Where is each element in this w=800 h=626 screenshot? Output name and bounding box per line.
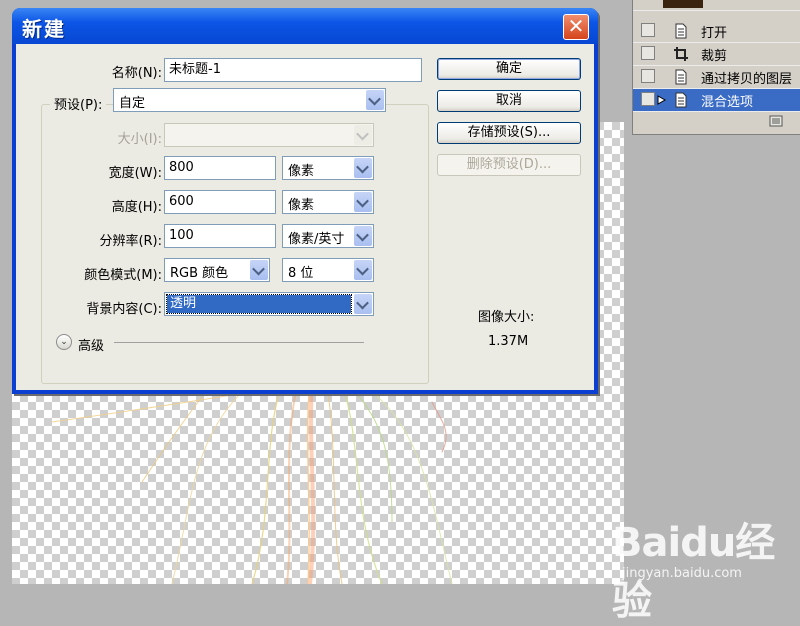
dialog-body: 名称(N): 未标题-1 预设(P): 自定 大小(I): 宽度(W): 800… [16, 44, 594, 390]
height-unit-select[interactable]: 像素 [282, 190, 374, 214]
width-unit-value: 像素 [288, 164, 315, 179]
history-row-crop[interactable]: 裁剪 [633, 43, 800, 66]
history-item-label: 打开 [701, 26, 728, 41]
image-size-label: 图像大小: [478, 310, 535, 325]
height-label: 高度(H): [111, 200, 162, 215]
history-checkbox[interactable] [641, 46, 655, 60]
name-input[interactable]: 未标题-1 [164, 58, 422, 82]
history-checkbox[interactable] [641, 69, 655, 83]
color-mode-label: 颜色模式(M): [84, 268, 162, 283]
double-chevron-down-icon: ⌄ [60, 337, 68, 347]
preset-select[interactable]: 自定 [113, 88, 386, 112]
history-row-layer-via-copy[interactable]: 通过拷贝的图层 [633, 66, 800, 89]
chevron-down-icon [250, 260, 268, 280]
image-size-value: 1.37M [488, 334, 529, 349]
size-select [164, 123, 374, 147]
preset-label: 预设(P): [50, 94, 107, 113]
chevron-down-icon [354, 260, 372, 280]
width-unit-select[interactable]: 像素 [282, 156, 374, 180]
height-unit-value: 像素 [288, 198, 315, 213]
size-label: 大小(I): [117, 132, 162, 147]
chevron-down-icon [354, 294, 372, 314]
history-row-blending-options[interactable]: 混合选项 [633, 89, 800, 112]
save-preset-button[interactable]: 存储预设(S)... [437, 122, 581, 144]
resolution-unit-value: 像素/英寸 [288, 232, 345, 247]
baidu-watermark-url: jingyan.baidu.com [622, 566, 742, 581]
history-state-marker-icon [657, 95, 667, 105]
history-checkbox[interactable] [641, 92, 655, 106]
color-mode-value: RGB 颜色 [170, 266, 229, 281]
history-panel: 打开 裁剪 通过拷贝的图层 混合选项 [632, 0, 800, 135]
close-button[interactable]: ✕ [563, 14, 589, 40]
close-icon: ✕ [567, 14, 585, 38]
advanced-label: 高级 [78, 339, 105, 354]
history-row-snapshot[interactable] [633, 0, 800, 11]
history-item-label: 通过拷贝的图层 [701, 72, 793, 87]
advanced-expand-button[interactable]: ⌄ [56, 334, 72, 350]
dialog-title: 新建 [22, 17, 66, 41]
chevron-down-icon [354, 125, 372, 145]
history-checkbox[interactable] [641, 23, 655, 37]
document-icon [675, 69, 687, 85]
color-mode-select[interactable]: RGB 颜色 [164, 258, 270, 282]
background-contents-select[interactable]: 透明 [164, 292, 374, 316]
height-input[interactable]: 600 [164, 190, 276, 214]
resolution-input[interactable]: 100 [164, 224, 276, 248]
advanced-divider [114, 342, 364, 343]
chevron-down-icon [354, 158, 372, 178]
resolution-unit-select[interactable]: 像素/英寸 [282, 224, 374, 248]
dialog-title-bar[interactable]: 新建 ✕ [12, 8, 598, 44]
background-contents-value: 透明 [166, 294, 352, 314]
snapshot-thumbnail [663, 0, 703, 8]
panel-menu-icon[interactable] [769, 115, 783, 127]
bit-depth-select[interactable]: 8 位 [282, 258, 374, 282]
new-document-dialog: 新建 ✕ 名称(N): 未标题-1 预设(P): 自定 大小(I): 宽度(W)… [12, 8, 598, 394]
width-input[interactable]: 800 [164, 156, 276, 180]
width-label: 宽度(W): [108, 166, 162, 181]
crop-icon [674, 47, 688, 61]
delete-preset-button: 删除预设(D)... [437, 154, 581, 176]
document-icon [675, 23, 687, 39]
history-item-label: 混合选项 [701, 95, 754, 110]
document-icon [675, 92, 687, 108]
history-item-label: 裁剪 [701, 49, 728, 64]
preset-value: 自定 [119, 96, 146, 111]
background-contents-label: 背景内容(C): [86, 302, 162, 317]
chevron-down-icon [354, 226, 372, 246]
chevron-down-icon [354, 192, 372, 212]
resolution-label: 分辨率(R): [99, 234, 162, 249]
bit-depth-value: 8 位 [288, 266, 314, 281]
ok-button[interactable]: 确定 [437, 58, 581, 80]
name-label: 名称(N): [111, 66, 162, 81]
chevron-down-icon [366, 90, 384, 110]
cancel-button[interactable]: 取消 [437, 90, 581, 112]
history-row-open[interactable]: 打开 [633, 20, 800, 43]
